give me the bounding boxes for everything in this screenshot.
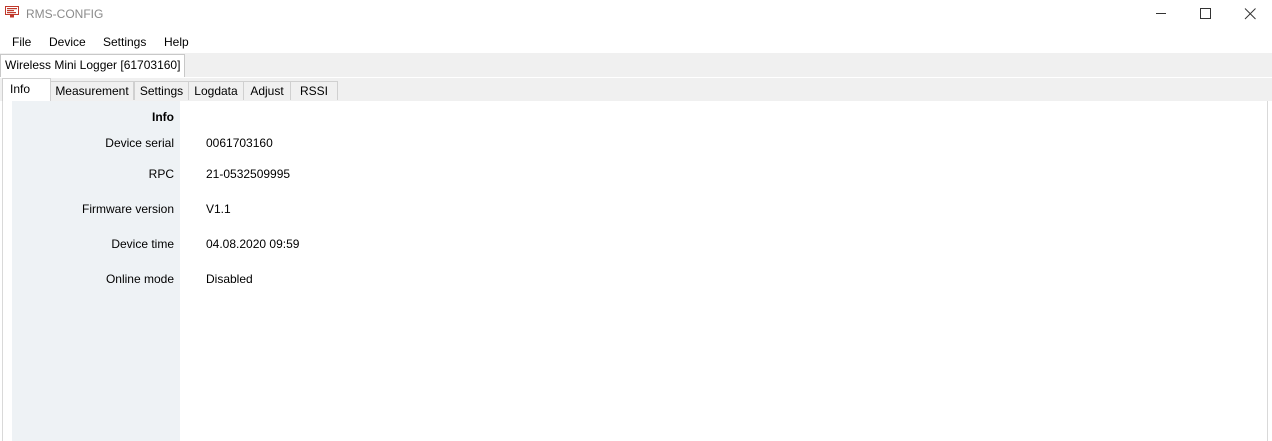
maximize-icon [1200,8,1211,19]
menu-help[interactable]: Help [164,35,189,49]
menu-settings[interactable]: Settings [103,35,146,49]
menu-bar: File Device Settings Help [0,30,1272,53]
menu-device[interactable]: Device [49,35,86,49]
menu-file[interactable]: File [12,35,31,49]
tab-logdata[interactable]: Logdata [188,81,244,100]
monitor-display-icon [5,6,19,18]
title-bar[interactable]: RMS-CONFIG [0,0,1272,29]
value-firmware-version: V1.1 [206,202,231,216]
close-button[interactable] [1227,0,1272,29]
info-panel: Info Device serial 0061703160 RPC 21-053… [2,101,1268,441]
value-device-serial: 0061703160 [206,136,273,150]
tab-info[interactable]: Info [2,78,51,101]
close-icon [1244,8,1256,20]
tab-settings[interactable]: Settings [134,81,189,100]
tab-strip: Measurement Settings Logdata Adjust RSSI… [0,78,1272,101]
value-rpc: 21-0532509995 [206,167,291,181]
maximize-button[interactable] [1182,0,1228,29]
label-column [12,101,180,441]
document-tab-strip: Wireless Mini Logger [61703160] [0,53,1272,77]
document-tab-wireless-mini-logger[interactable]: Wireless Mini Logger [61703160] [0,54,186,77]
label-firmware-version: Firmware version [81,202,174,216]
app-window: RMS-CONFIG File Device Settings Help Wir… [0,0,1272,441]
tab-measurement[interactable]: Measurement [50,81,134,100]
value-online-mode: Disabled [206,272,253,286]
section-title-info: Info [152,110,174,124]
label-rpc: RPC [148,167,174,181]
tab-adjust[interactable]: Adjust [243,81,291,100]
minimize-icon [1156,13,1166,14]
tab-rssi[interactable]: RSSI [290,81,338,100]
window-title: RMS-CONFIG [26,7,104,21]
label-online-mode: Online mode [105,272,174,286]
value-device-time: 04.08.2020 09:59 [206,237,300,251]
minimize-button[interactable] [1138,0,1184,29]
label-device-time: Device time [111,237,174,251]
label-device-serial: Device serial [105,136,174,150]
